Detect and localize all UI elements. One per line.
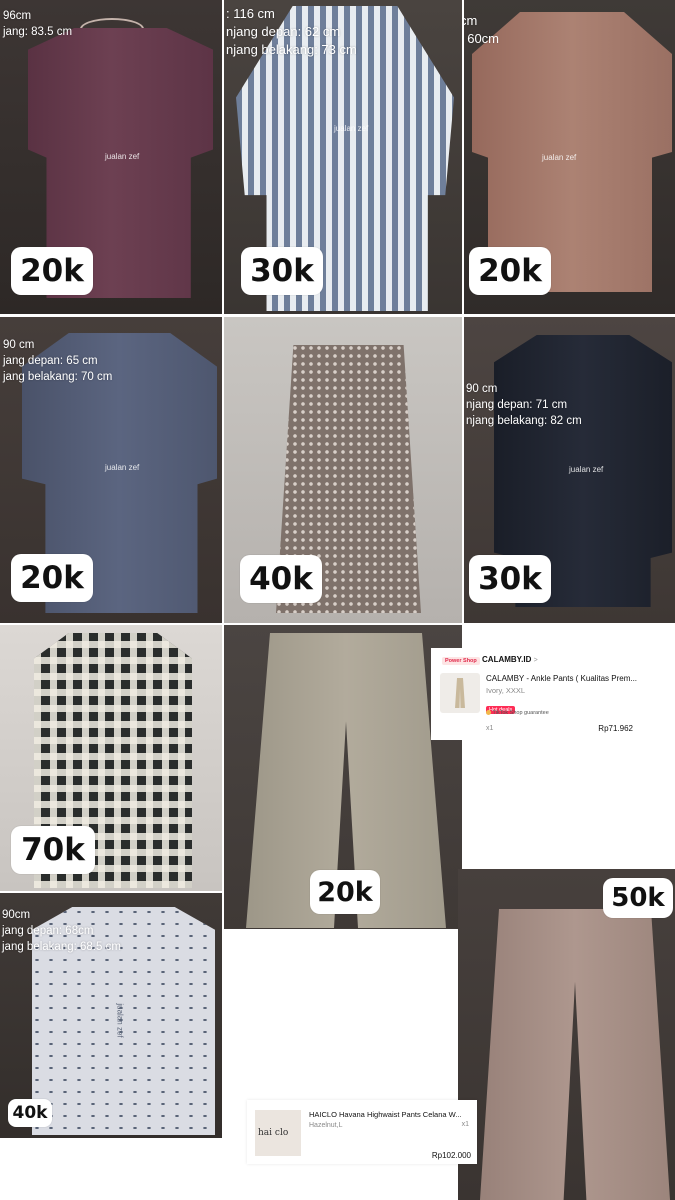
listing-2[interactable]: : 116 cm njang depan: 62 cm njang belakang…	[224, 0, 462, 314]
measurement-text: 90cm jang depan: 68cm jang belakang: 68.5 …	[2, 909, 121, 953]
measurement-text: : 116 cm njang depan: 62 cm njang belakang…	[226, 6, 357, 57]
watermark: jualan zef	[105, 463, 140, 472]
price-badge: 20k	[11, 247, 93, 295]
shop-header: Power Shop CALAMBY.ID >	[442, 655, 538, 665]
shield-icon	[486, 710, 491, 716]
watermark: jualan zef	[115, 1003, 125, 1038]
product-title[interactable]: CALAMBY - Ankle Pants ( Kualitas Prem...	[486, 674, 637, 683]
quantity: x1	[486, 725, 494, 732]
price-badge: 20k	[310, 870, 380, 914]
listing-6[interactable]: 90 cm njang depan: 71 cm njang belakang: 8…	[464, 317, 675, 623]
guarantee-text: TikTok Shop guarantee	[492, 710, 549, 716]
order-card-calamby[interactable]: Power Shop CALAMBY.ID > CALAMBY - Ankle …	[431, 648, 675, 740]
listing-4[interactable]: 90 cm jang depan: 65 cm jang belakang: 70 …	[0, 317, 222, 623]
price-badge: 30k	[241, 247, 323, 295]
chevron-right-icon[interactable]: >	[534, 657, 538, 664]
watermark: jualan zef	[105, 152, 140, 161]
price-badge: 40k	[240, 555, 322, 603]
quantity: x1	[461, 1121, 469, 1128]
price-badge: 20k	[469, 247, 551, 295]
watermark: jualan zef	[569, 465, 604, 474]
guarantee-row: TikTok Shop guarantee	[486, 710, 549, 716]
listing-3[interactable]: cm: 60cm jualan zef 20k	[464, 0, 675, 314]
listing-8[interactable]: 20k	[224, 625, 462, 929]
price-badge: 70k	[11, 826, 95, 874]
measurement-text: 96cm jang: 83.5 cm	[3, 10, 73, 38]
product-title[interactable]: HAICLO Havana Highwaist Pants Celana W..…	[309, 1110, 462, 1119]
measurement-text: 90 cm njang depan: 71 cm njang belakang: 8…	[466, 383, 582, 427]
product-thumbnail[interactable]	[440, 673, 480, 713]
listing-7[interactable]: 70k	[0, 625, 222, 891]
listing-1[interactable]: 96cm jang: 83.5 cm jualan zef 20k	[0, 0, 222, 314]
shop-name[interactable]: CALAMBY.ID	[482, 655, 531, 664]
price-badge: 20k	[11, 554, 93, 602]
listing-10[interactable]: 50k	[458, 869, 675, 1200]
order-price: Rp102.000	[431, 1151, 471, 1160]
brand-logo: hai clo	[258, 1128, 289, 1138]
order-price: Rp71.962	[598, 724, 633, 733]
product-variant: Ivory, XXXL	[486, 686, 526, 695]
order-card-haiclo[interactable]: hai clo HAICLO Havana Highwaist Pants Ce…	[247, 1100, 477, 1164]
product-variant: Hazelnut,L	[309, 1122, 343, 1129]
power-shop-badge: Power Shop	[442, 657, 480, 665]
price-badge: 40k	[8, 1099, 52, 1127]
watermark: jualan zef	[334, 124, 369, 133]
watermark: jualan zef	[542, 153, 577, 162]
product-thumbnail[interactable]: hai clo	[255, 1110, 301, 1156]
listing-5[interactable]: 40k	[224, 317, 462, 623]
measurement-text: cm: 60cm	[464, 13, 500, 46]
price-badge: 50k	[603, 878, 673, 918]
listing-9[interactable]: 90cm jang depan: 68cm jang belakang: 68.5 …	[0, 893, 222, 1138]
measurement-text: 90 cm jang depan: 65 cm jang belakang: 70 …	[3, 339, 113, 383]
price-badge: 30k	[469, 555, 551, 603]
pants-thumbnail-figure	[455, 678, 465, 708]
